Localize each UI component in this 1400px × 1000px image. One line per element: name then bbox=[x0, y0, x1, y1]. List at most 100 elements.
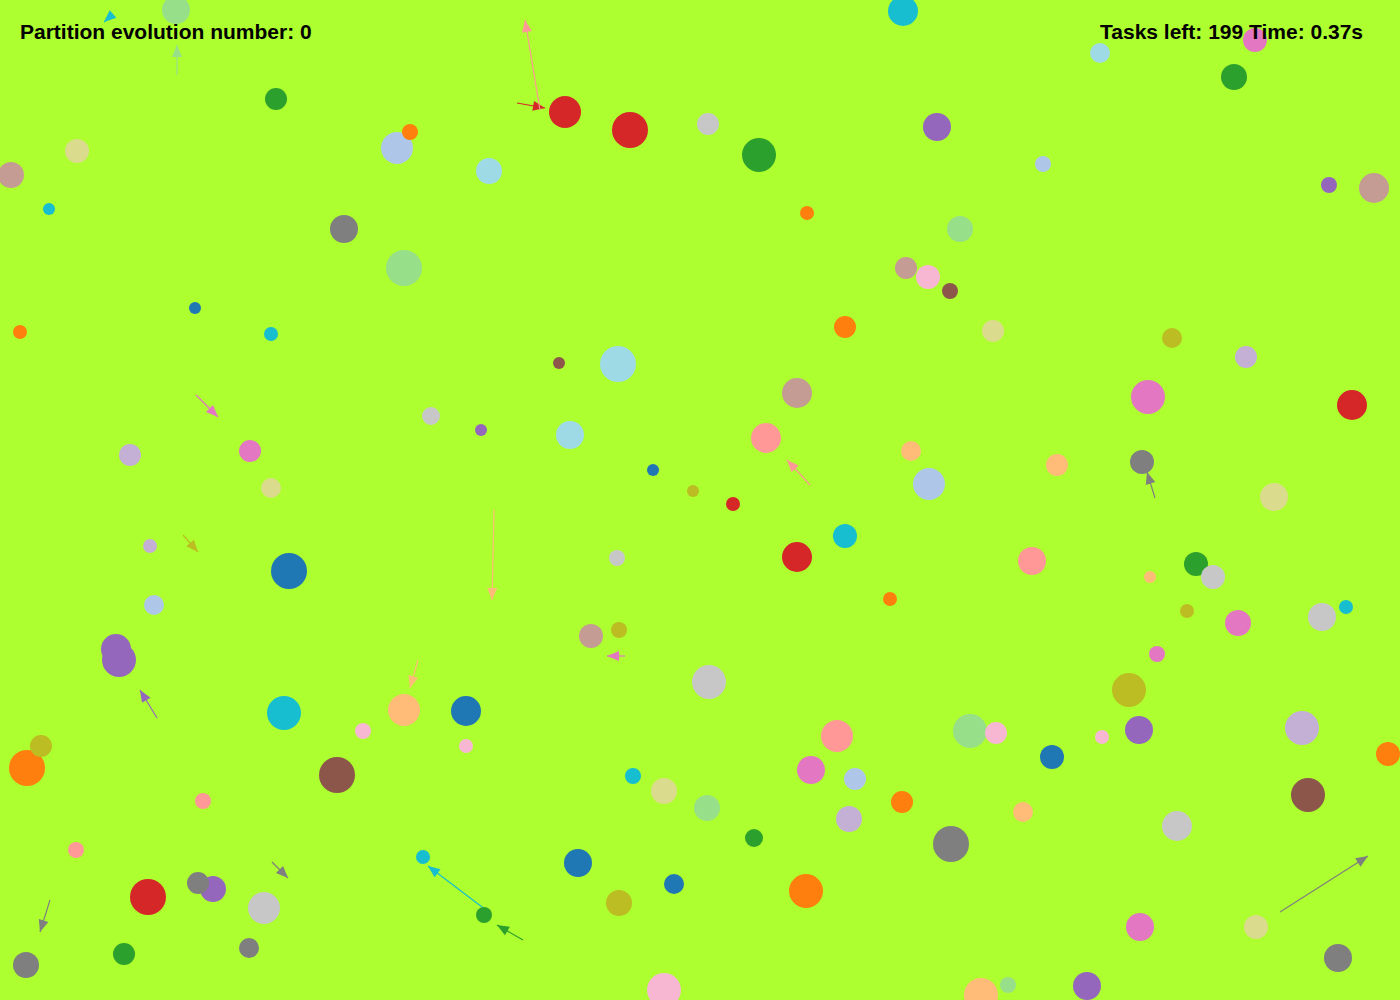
particle bbox=[113, 943, 135, 965]
particle bbox=[101, 634, 131, 664]
particle bbox=[579, 624, 603, 648]
particle bbox=[1125, 716, 1153, 744]
particle bbox=[600, 346, 636, 382]
particle bbox=[1337, 390, 1367, 420]
particle bbox=[1035, 156, 1051, 172]
particle bbox=[386, 250, 422, 286]
particle bbox=[883, 592, 897, 606]
particle bbox=[964, 978, 998, 1000]
particle bbox=[1235, 346, 1257, 368]
particle bbox=[416, 850, 430, 864]
arrow-layer bbox=[0, 0, 1400, 1000]
particle bbox=[556, 421, 584, 449]
particle bbox=[942, 283, 958, 299]
particle bbox=[264, 327, 278, 341]
velocity-arrow-icon bbox=[39, 900, 50, 932]
particle bbox=[1000, 977, 1016, 993]
particle bbox=[1130, 450, 1154, 474]
particle bbox=[901, 441, 921, 461]
particle bbox=[664, 874, 684, 894]
particle bbox=[13, 325, 27, 339]
particle bbox=[1162, 811, 1192, 841]
particle bbox=[1308, 603, 1336, 631]
particle bbox=[402, 124, 418, 140]
particle bbox=[119, 444, 141, 466]
particle bbox=[1225, 610, 1251, 636]
particle bbox=[195, 793, 211, 809]
particle bbox=[651, 778, 677, 804]
particle bbox=[895, 257, 917, 279]
particle bbox=[1018, 547, 1046, 575]
particle bbox=[611, 622, 627, 638]
particle bbox=[1324, 944, 1352, 972]
particle bbox=[261, 478, 281, 498]
particle bbox=[834, 316, 856, 338]
particle bbox=[891, 791, 913, 813]
particle bbox=[1095, 730, 1109, 744]
particle bbox=[1339, 600, 1353, 614]
particle bbox=[143, 539, 157, 553]
particle bbox=[564, 849, 592, 877]
particle bbox=[923, 113, 951, 141]
particle bbox=[1131, 380, 1165, 414]
particle bbox=[189, 302, 201, 314]
particle bbox=[388, 694, 420, 726]
particle bbox=[248, 892, 280, 924]
particle bbox=[833, 524, 857, 548]
particle bbox=[1040, 745, 1064, 769]
particle bbox=[1321, 177, 1337, 193]
particle bbox=[1376, 742, 1400, 766]
particle bbox=[319, 757, 355, 793]
particle bbox=[694, 795, 720, 821]
particle bbox=[609, 550, 625, 566]
simulation-canvas: Partition evolution number: 0 Tasks left… bbox=[0, 0, 1400, 1000]
particle bbox=[1162, 328, 1182, 348]
particle bbox=[844, 768, 866, 790]
particle bbox=[836, 806, 862, 832]
particle bbox=[1291, 778, 1325, 812]
velocity-arrow-icon bbox=[140, 690, 157, 718]
particle bbox=[476, 907, 492, 923]
particle bbox=[692, 665, 726, 699]
particle bbox=[782, 542, 812, 572]
particle bbox=[612, 112, 648, 148]
velocity-arrow-icon bbox=[196, 395, 218, 417]
particle bbox=[68, 842, 84, 858]
particle bbox=[239, 938, 259, 958]
particle bbox=[782, 378, 812, 408]
velocity-arrow-icon bbox=[172, 45, 182, 75]
particle bbox=[982, 320, 1004, 342]
particle bbox=[933, 826, 969, 862]
velocity-arrow-icon bbox=[1146, 472, 1156, 498]
velocity-arrow-icon bbox=[522, 20, 540, 110]
particle bbox=[1046, 454, 1068, 476]
tasks-label: Tasks left: 199 Time: 0.37s bbox=[1100, 18, 1363, 46]
particle bbox=[239, 440, 261, 462]
velocity-arrow-icon bbox=[272, 862, 288, 878]
particle bbox=[697, 113, 719, 135]
particle bbox=[789, 874, 823, 908]
particle bbox=[953, 714, 987, 748]
particle bbox=[475, 424, 487, 436]
particle bbox=[553, 357, 565, 369]
particle bbox=[947, 216, 973, 242]
particle bbox=[1260, 483, 1288, 511]
evolution-label: Partition evolution number: 0 bbox=[20, 18, 312, 46]
velocity-arrow-icon bbox=[428, 866, 490, 913]
particle bbox=[65, 139, 89, 163]
particle bbox=[459, 739, 473, 753]
particle bbox=[1180, 604, 1194, 618]
particle bbox=[30, 735, 52, 757]
particle bbox=[476, 158, 502, 184]
particle bbox=[1359, 173, 1389, 203]
particle bbox=[913, 468, 945, 500]
velocity-arrow-icon bbox=[607, 651, 625, 661]
velocity-arrow-icon bbox=[408, 660, 418, 688]
particle bbox=[1112, 673, 1146, 707]
particle bbox=[606, 890, 632, 916]
velocity-arrow-icon bbox=[487, 510, 497, 600]
velocity-arrow-icon bbox=[1280, 856, 1368, 912]
particle bbox=[13, 952, 39, 978]
particle bbox=[43, 203, 55, 215]
particle bbox=[1013, 802, 1033, 822]
